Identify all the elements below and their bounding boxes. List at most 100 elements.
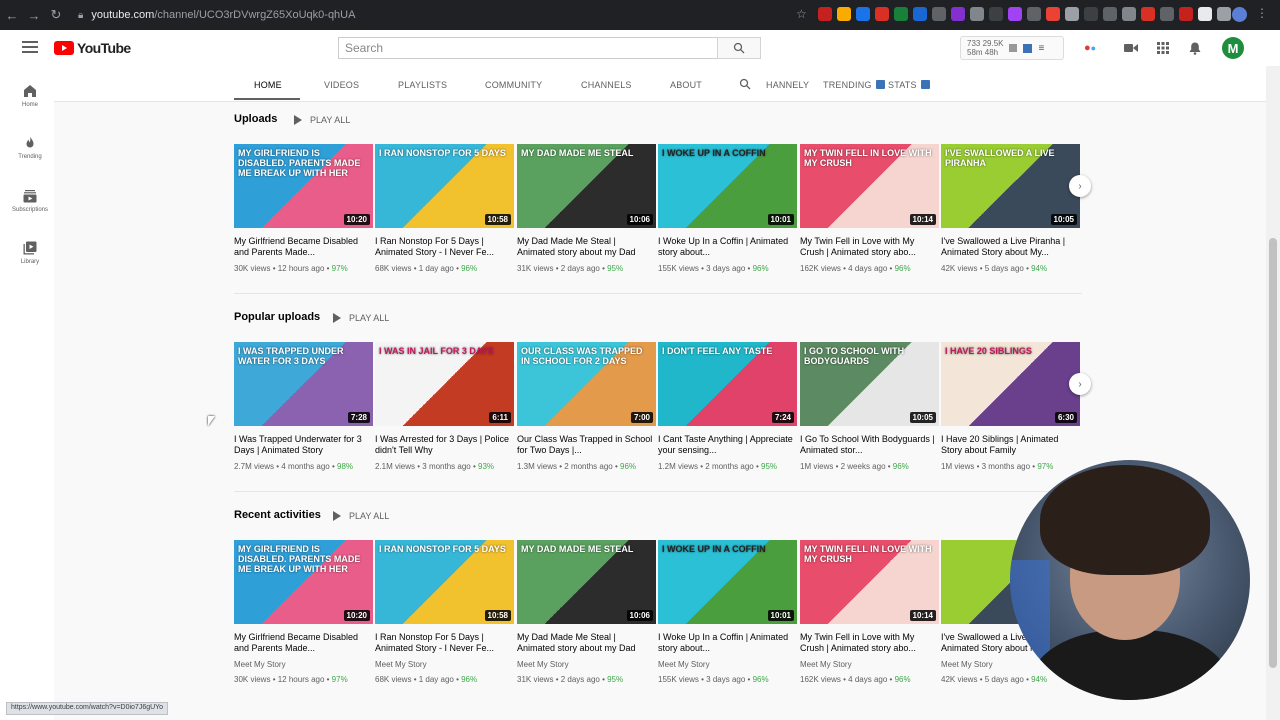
extension-icon[interactable] — [970, 7, 984, 21]
video-thumbnail[interactable]: I ran nonstop for 5 days 10:58 — [375, 540, 514, 624]
sidebar-item-trending[interactable]: Trending — [0, 136, 60, 160]
tab-trending[interactable]: TRENDING — [823, 80, 885, 90]
extension-icon[interactable] — [951, 7, 965, 21]
video-card[interactable]: I ran nonstop for 5 days 10:58 I Ran Nonst… — [375, 540, 515, 684]
address-bar[interactable]: 🔒︎ youtube.com/channel/UCO3rDVwrgZ65XoUq… — [78, 4, 818, 26]
video-thumbnail[interactable]: I woke up in a coffin 10:01 — [658, 540, 797, 624]
video-title[interactable]: I've Swallowed a Live Piranha | Animated… — [941, 236, 1077, 258]
notifications-bell-icon[interactable] — [1187, 40, 1203, 56]
tab-home[interactable]: HOME — [254, 80, 282, 90]
play-all-button[interactable]: PLAY ALL — [294, 115, 350, 125]
sidebar-item-home[interactable]: Home — [0, 84, 60, 108]
video-card[interactable]: My twin fell in love with my crush 10:14 M… — [800, 144, 940, 273]
video-thumbnail[interactable]: My twin fell in love with my crush 10:14 — [800, 540, 939, 624]
video-card[interactable]: I ran nonstop for 5 days 10:58 I Ran Nonst… — [375, 144, 515, 273]
forward-icon[interactable]: → — [24, 5, 44, 25]
shelf-next-arrow-icon[interactable]: › — [1069, 373, 1091, 395]
extension-icon[interactable] — [1103, 7, 1117, 21]
shelf-title[interactable]: Recent activities — [234, 509, 321, 521]
video-thumbnail[interactable]: My dad made me steal 10:06 — [517, 144, 656, 228]
extension-icon[interactable] — [875, 7, 889, 21]
video-card[interactable]: I go to school with bodyguards 10:05 I Go … — [800, 342, 940, 471]
tab-community[interactable]: COMMUNITY — [485, 80, 542, 90]
tab-playlists[interactable]: PLAYLISTS — [398, 80, 447, 90]
extension-icon[interactable] — [894, 7, 908, 21]
video-thumbnail[interactable]: I woke up in a coffin 10:01 — [658, 144, 797, 228]
create-video-icon[interactable] — [1123, 40, 1139, 56]
extension-icon[interactable] — [1217, 7, 1231, 21]
video-title[interactable]: My Twin Fell in Love with My Crush | Ani… — [800, 236, 936, 258]
video-thumbnail[interactable]: My twin fell in love with my crush 10:14 — [800, 144, 939, 228]
browser-profile-icon[interactable] — [1232, 7, 1247, 22]
video-title[interactable]: I Ran Nonstop For 5 Days | Animated Stor… — [375, 236, 511, 258]
video-title[interactable]: My Twin Fell in Love with My Crush | Ani… — [800, 632, 936, 654]
shelf-next-arrow-icon[interactable]: › — [1069, 175, 1091, 197]
video-card[interactable]: My dad made me steal 10:06 My Dad Made Me … — [517, 144, 657, 273]
search-button[interactable] — [717, 37, 761, 59]
bookmark-star-icon[interactable]: ☆ — [796, 7, 807, 21]
apps-grid-icon[interactable] — [1155, 40, 1171, 56]
video-thumbnail[interactable]: I don't feel any taste 7:24 — [658, 342, 797, 426]
video-card[interactable]: My girlfriend is disabled. Parents made … — [234, 540, 374, 684]
video-card[interactable]: Our class was trapped in school for 2 da… — [517, 342, 657, 471]
youtube-logo[interactable]: YouTube — [54, 40, 131, 56]
shelf-title[interactable]: Popular uploads — [234, 311, 320, 323]
video-thumbnail[interactable]: I go to school with bodyguards 10:05 — [800, 342, 939, 426]
extension-icon[interactable] — [1046, 7, 1060, 21]
stats-widget[interactable]: 733 29.5K 58m 48h ≡ — [960, 36, 1064, 60]
video-thumbnail[interactable]: My dad made me steal 10:06 — [517, 540, 656, 624]
extension-icon[interactable] — [1008, 7, 1022, 21]
reload-icon[interactable]: ↻ — [46, 5, 66, 25]
channel-search-icon[interactable] — [739, 78, 751, 90]
extension-icon[interactable] — [856, 7, 870, 21]
video-thumbnail[interactable]: I was trapped under water for 3 days 7:28 — [234, 342, 373, 426]
video-title[interactable]: I Was Trapped Underwater for 3 Days | An… — [234, 434, 370, 456]
video-card[interactable]: I've swallowed a live piranha 10:05 I've S… — [941, 144, 1081, 273]
sidebar-item-library[interactable]: Library — [0, 241, 60, 265]
video-card[interactable]: My twin fell in love with my crush 10:14 M… — [800, 540, 940, 684]
video-channel[interactable]: Meet My Story — [658, 660, 798, 669]
extension-icon[interactable] — [989, 7, 1003, 21]
video-title[interactable]: I Woke Up In a Coffin | Animated story a… — [658, 632, 794, 654]
extension-icon[interactable] — [1141, 7, 1155, 21]
extension-icon[interactable] — [1065, 7, 1079, 21]
back-icon[interactable]: ← — [2, 5, 22, 25]
tab-stats[interactable]: STATS — [888, 80, 930, 90]
tab-videos[interactable]: VIDEOS — [324, 80, 359, 90]
video-card[interactable]: My girlfriend is disabled. Parents made … — [234, 144, 374, 273]
page-scrollbar[interactable] — [1266, 66, 1280, 720]
video-channel[interactable]: Meet My Story — [800, 660, 940, 669]
video-title[interactable]: My Girlfriend Became Disabled and Parent… — [234, 236, 370, 258]
video-title[interactable]: I Have 20 Siblings | Animated Story abou… — [941, 434, 1077, 456]
video-title[interactable]: I Woke Up In a Coffin | Animated story a… — [658, 236, 794, 258]
search-input[interactable]: Search — [338, 37, 718, 59]
extension-icon[interactable] — [1084, 7, 1098, 21]
video-card[interactable]: I don't feel any taste 7:24 I Cant Taste A… — [658, 342, 798, 471]
extension-toggle-icon[interactable]: ● ● — [1082, 40, 1098, 56]
video-title[interactable]: I Ran Nonstop For 5 Days | Animated Stor… — [375, 632, 511, 654]
play-all-button[interactable]: PLAY ALL — [333, 313, 389, 323]
extension-icon[interactable] — [913, 7, 927, 21]
extension-icon[interactable] — [1198, 7, 1212, 21]
video-card[interactable]: I was trapped under water for 3 days 7:28… — [234, 342, 374, 471]
browser-menu-icon[interactable]: ⋮ — [1256, 6, 1268, 20]
shelf-title[interactable]: Uploads — [234, 113, 277, 125]
video-thumbnail[interactable]: My girlfriend is disabled. Parents made … — [234, 144, 373, 228]
tab-channels[interactable]: CHANNELS — [581, 80, 632, 90]
video-channel[interactable]: Meet My Story — [517, 660, 657, 669]
video-channel[interactable]: Meet My Story — [234, 660, 374, 669]
video-title[interactable]: Our Class Was Trapped in School for Two … — [517, 434, 653, 456]
extension-icon[interactable] — [1179, 7, 1193, 21]
video-title[interactable]: My Dad Made Me Steal | Animated story ab… — [517, 632, 653, 654]
extension-icon[interactable] — [932, 7, 946, 21]
video-title[interactable]: I Cant Taste Anything | Appreciate your … — [658, 434, 794, 456]
video-thumbnail[interactable]: I have 20 siblings 6:30 — [941, 342, 1080, 426]
scrollbar-thumb[interactable] — [1269, 238, 1277, 668]
extension-icon[interactable] — [818, 7, 832, 21]
video-card[interactable]: I woke up in a coffin 10:01 I Woke Up In a… — [658, 144, 798, 273]
video-thumbnail[interactable]: I was in jail for 3 days 6:11 — [375, 342, 514, 426]
tab-about[interactable]: ABOUT — [670, 80, 702, 90]
menu-icon[interactable] — [22, 41, 38, 53]
extension-icon[interactable] — [837, 7, 851, 21]
video-card[interactable]: I was in jail for 3 days 6:11 I Was Arrest… — [375, 342, 515, 471]
